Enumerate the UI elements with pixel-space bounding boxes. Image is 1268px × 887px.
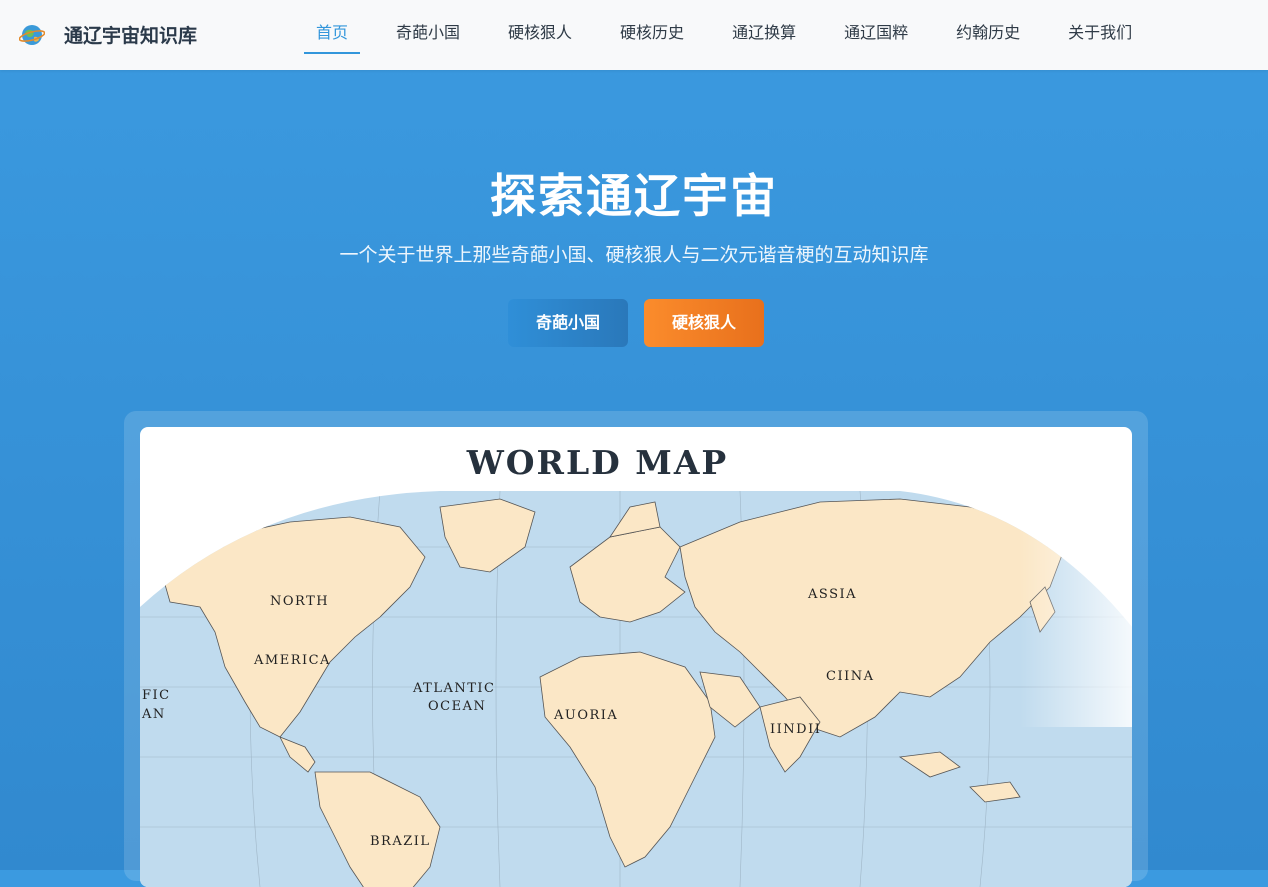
map-label-pacific-1: FIC [142, 688, 171, 703]
hero-subtitle: 一个关于世界上那些奇葩小国、硬核狠人与二次元谐音梗的互动知识库 [339, 244, 929, 266]
nav-item-about-us[interactable]: 关于我们 [1056, 0, 1144, 70]
map-label-pacific-2: AN [141, 707, 166, 722]
world-map-graphic: NORTH AMERICA FIC AN ATLANTIC OCEAN AUOR… [140, 487, 1132, 887]
planet-logo-icon [19, 24, 45, 45]
map-label-brazil: BRAZIL [370, 834, 431, 849]
odd-countries-button[interactable]: 奇葩小国 [508, 299, 628, 347]
brand[interactable]: 通辽宇宙知识库 [19, 21, 197, 48]
map-label-america: AMERICA [253, 653, 331, 668]
world-map-image: NORTH AMERICA FIC AN ATLANTIC OCEAN AUOR… [140, 427, 1132, 887]
top-navbar: 通辽宇宙知识库 首页 奇葩小国 硬核狠人 硬核历史 通辽换算 通辽国粹 约翰历史… [0, 0, 1268, 70]
nav-item-tongliao-culture[interactable]: 通辽国粹 [832, 0, 920, 70]
hero-title: 探索通辽宇宙 [490, 169, 778, 223]
nav-item-hardcore-history[interactable]: 硬核历史 [608, 0, 696, 70]
map-label-atlantic-2: OCEAN [428, 699, 486, 714]
map-label-atlantic-1: ATLANTIC [412, 681, 496, 696]
map-label-africa: AUORIA [553, 708, 618, 723]
map-label-north: NORTH [270, 594, 329, 609]
map-label-asia: ASSIA [807, 587, 857, 602]
nav-item-home[interactable]: 首页 [304, 0, 361, 70]
nav-item-odd-countries[interactable]: 奇葩小国 [384, 0, 472, 70]
brand-title: 通辽宇宙知识库 [64, 25, 198, 47]
nav-item-john-history[interactable]: 约翰历史 [944, 0, 1032, 70]
nav-item-tough-people[interactable]: 硬核狠人 [496, 0, 584, 70]
main-nav: 首页 奇葩小国 硬核狠人 硬核历史 通辽换算 通辽国粹 约翰历史 关于我们 [304, 0, 1168, 70]
nav-item-tongliao-conversion[interactable]: 通辽换算 [720, 0, 808, 70]
map-label-india: IINDII [770, 722, 821, 737]
map-title: WORLD MAP [466, 443, 729, 482]
map-card: NORTH AMERICA FIC AN ATLANTIC OCEAN AUOR… [124, 411, 1148, 887]
tough-people-button[interactable]: 硬核狠人 [644, 299, 764, 347]
map-label-china: CIINA [826, 669, 874, 684]
